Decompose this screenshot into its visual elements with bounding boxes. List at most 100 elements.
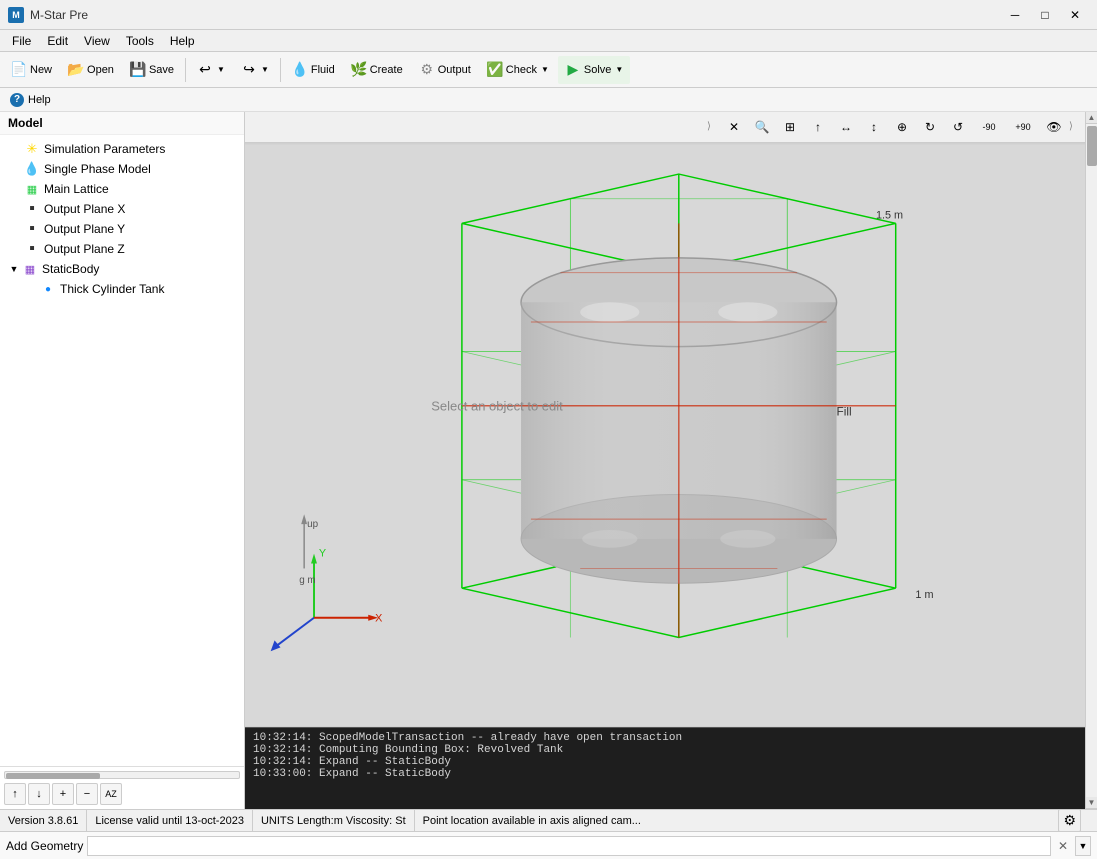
log-panel: 10:32:14: ScopedModelTransaction -- alre… <box>245 727 1085 809</box>
license-text: License valid until 13-oct-2023 <box>95 815 244 827</box>
settings-gear-button[interactable]: ⚙ <box>1050 809 1089 832</box>
sidebar-item-thick-cylinder[interactable]: ● Thick Cylinder Tank <box>0 279 244 299</box>
right-scrollbar[interactable]: ▲ ▼ <box>1085 112 1097 809</box>
scroll-thumb[interactable] <box>1087 126 1097 166</box>
minimize-button[interactable]: ─ <box>1001 5 1029 25</box>
gear-icon: ⚙ <box>1058 809 1081 832</box>
output-z-label: Output Plane Z <box>44 242 125 256</box>
svg-text:up: up <box>307 519 318 530</box>
vp-eye-icon[interactable]: 👁 <box>1041 114 1067 140</box>
sidebar-add-button[interactable]: + <box>52 783 74 805</box>
scroll-down-arrow[interactable]: ▼ <box>1086 797 1097 809</box>
create-icon: 🌿 <box>351 62 367 78</box>
output-x-icon: ▪ <box>24 201 40 217</box>
log-line-4: 10:33:00: Expand -- StaticBody <box>253 768 1077 780</box>
vp-undo3d-icon[interactable]: ↻ <box>917 114 943 140</box>
sidebar-scroll-thumb[interactable] <box>6 773 100 779</box>
svg-text:1.5 m: 1.5 m <box>876 209 903 221</box>
viewport: ⟩ ✕ 🔍 ⊞ ↑ ↔ ↕ ⊕ ↻ ↺ -90 +90 👁 ⟩ <box>245 112 1085 809</box>
output-y-label: Output Plane Y <box>44 222 125 236</box>
create-button[interactable]: 🌿 Create <box>344 56 410 84</box>
fluid-button[interactable]: 💧 Fluid <box>285 56 342 84</box>
check-button[interactable]: ✅ Check ▼ <box>480 56 556 84</box>
open-button[interactable]: 📂 Open <box>61 56 121 84</box>
maximize-button[interactable]: □ <box>1031 5 1059 25</box>
svg-text:Y: Y <box>319 547 326 559</box>
main-content: Model ✳ Simulation Parameters 💧 Single P… <box>0 112 1097 809</box>
svg-text:1 m: 1 m <box>915 589 933 601</box>
vp-zoom-icon[interactable]: 🔍 <box>749 114 775 140</box>
help-icon: ? <box>10 93 24 107</box>
sidebar-tree: ✳ Simulation Parameters 💧 Single Phase M… <box>0 135 244 766</box>
point-location-text: Point location available in axis aligned… <box>423 815 641 827</box>
menu-file[interactable]: File <box>4 32 39 50</box>
vp-pos90-button[interactable]: +90 <box>1007 114 1039 140</box>
log-line-1: 10:32:14: ScopedModelTransaction -- alre… <box>253 732 1077 744</box>
output-x-label: Output Plane X <box>44 202 125 216</box>
app-icon: M <box>8 7 24 23</box>
single-phase-icon: 💧 <box>24 161 40 177</box>
expand-right-icon[interactable]: ⟩ <box>1069 121 1081 132</box>
sidebar-item-static-body[interactable]: ▼ ▦ StaticBody <box>0 259 244 279</box>
sidebar-move-down-button[interactable]: ↓ <box>28 783 50 805</box>
expand-left-icon[interactable]: ⟩ <box>707 121 719 132</box>
title-bar: M M-Star Pre ─ □ ✕ <box>0 0 1097 30</box>
redo-button[interactable]: ↩ ▼ <box>190 56 232 84</box>
add-geometry-bar: Add Geometry ✕ ▼ <box>0 831 1097 859</box>
sidebar-item-output-y[interactable]: ▪ Output Plane Y <box>0 219 244 239</box>
static-body-expand[interactable]: ▼ <box>8 263 20 275</box>
sidebar-move-up-button[interactable]: ↑ <box>4 783 26 805</box>
units-section: UNITS Length:m Viscosity: St <box>253 810 415 831</box>
help-button[interactable]: ? Help <box>6 91 55 109</box>
scroll-up-arrow[interactable]: ▲ <box>1086 112 1097 124</box>
output-y-icon: ▪ <box>24 221 40 237</box>
add-geometry-input[interactable] <box>87 836 1051 856</box>
close-button[interactable]: ✕ <box>1061 5 1089 25</box>
sidebar-item-output-z[interactable]: ▪ Output Plane Z <box>0 239 244 259</box>
save-button[interactable]: 💾 Save <box>123 56 181 84</box>
output-z-icon: ▪ <box>24 241 40 257</box>
sidebar-item-sim-params[interactable]: ✳ Simulation Parameters <box>0 139 244 159</box>
sidebar-item-main-lattice[interactable]: ▦ Main Lattice <box>0 179 244 199</box>
vp-rotate-icon[interactable]: ↕ <box>861 114 887 140</box>
open-icon: 📂 <box>68 62 84 78</box>
license-section: License valid until 13-oct-2023 <box>87 810 253 831</box>
output-button[interactable]: ⚙ Output <box>412 56 478 84</box>
menu-view[interactable]: View <box>76 32 118 50</box>
sidebar-sort-button[interactable]: AZ <box>100 783 122 805</box>
sim-params-label: Simulation Parameters <box>44 142 165 156</box>
scene-hint: Select an object to edit <box>431 398 563 413</box>
vp-grid-icon[interactable]: ⊞ <box>777 114 803 140</box>
undo-button[interactable]: ↪ ▼ <box>234 56 276 84</box>
app-title: M-Star Pre <box>30 8 88 22</box>
menu-help[interactable]: Help <box>162 32 203 50</box>
vp-cross-icon[interactable]: ✕ <box>721 114 747 140</box>
single-phase-label: Single Phase Model <box>44 162 151 176</box>
sidebar-scrollbar[interactable] <box>4 771 240 779</box>
thick-cylinder-icon: ● <box>40 281 56 297</box>
main-lattice-label: Main Lattice <box>44 182 109 196</box>
fluid-icon: 💧 <box>292 62 308 78</box>
toolbar-separator-2 <box>280 58 281 82</box>
main-lattice-icon: ▦ <box>24 181 40 197</box>
vp-plus-icon[interactable]: ⊕ <box>889 114 915 140</box>
log-line-3: 10:32:14: Expand -- StaticBody <box>253 756 1077 768</box>
scene-container[interactable]: Fill 1.5 m 1 m Y X up <box>245 143 1085 728</box>
sidebar-item-output-x[interactable]: ▪ Output Plane X <box>0 199 244 219</box>
vp-up-icon[interactable]: ↑ <box>805 114 831 140</box>
help-bar: ? Help <box>0 88 1097 112</box>
vp-pan-icon[interactable]: ↔ <box>833 114 859 140</box>
add-geometry-close-button[interactable]: ✕ <box>1055 838 1071 854</box>
new-button[interactable]: 📄 New <box>4 56 59 84</box>
sim-params-icon: ✳ <box>24 141 40 157</box>
menu-tools[interactable]: Tools <box>118 32 162 50</box>
vp-redo3d-icon[interactable]: ↺ <box>945 114 971 140</box>
static-body-icon: ▦ <box>22 261 38 277</box>
sidebar-remove-button[interactable]: − <box>76 783 98 805</box>
menu-edit[interactable]: Edit <box>39 32 76 50</box>
solve-button[interactable]: ▶ Solve ▼ <box>558 56 630 84</box>
vp-neg90-button[interactable]: -90 <box>973 114 1005 140</box>
add-geometry-dropdown-button[interactable]: ▼ <box>1075 836 1091 856</box>
svg-text:g m: g m <box>299 575 315 586</box>
sidebar-item-single-phase[interactable]: 💧 Single Phase Model <box>0 159 244 179</box>
